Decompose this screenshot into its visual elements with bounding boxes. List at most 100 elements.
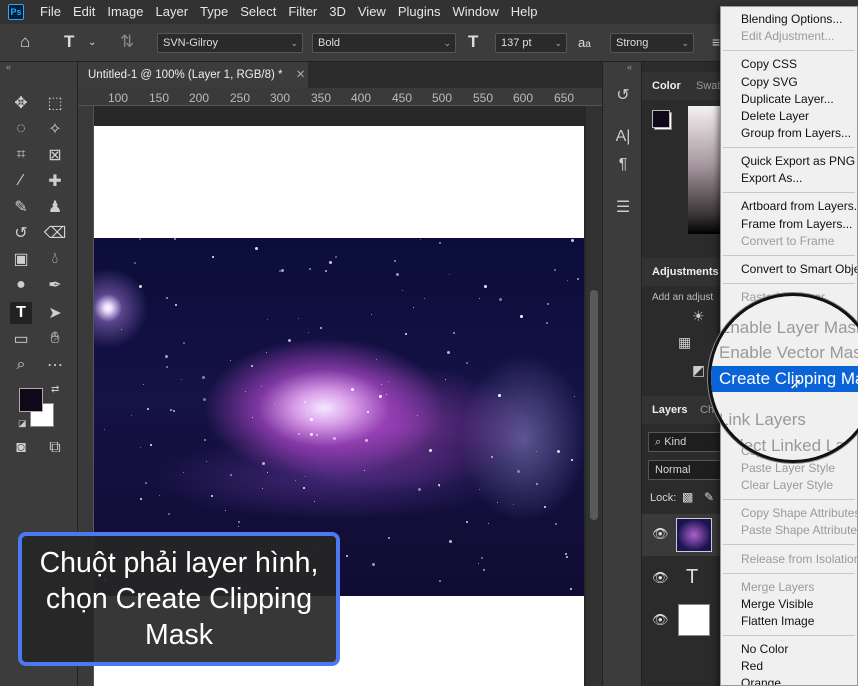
layer-kind-filter[interactable]: ⌕ Kind [648,432,722,452]
chevron-down-icon[interactable]: ⌄ [88,37,96,48]
scrollbar-thumb[interactable] [590,290,598,520]
character-panel-icon[interactable]: A| [611,126,635,148]
collapse-icon[interactable]: « [627,62,632,72]
menu-item-release-from-isolation[interactable]: Release from Isolation [741,552,857,567]
menu-edit[interactable]: Edit [67,0,101,24]
menu-image[interactable]: Image [101,0,149,24]
menu-item-no-color[interactable]: No Color [741,642,788,657]
rectangle-tool-icon[interactable]: ▭ [10,328,32,350]
star-decoration [104,429,105,430]
eraser-tool-icon[interactable]: ⌫ [44,222,67,244]
menu-item-export-as[interactable]: Export As... [741,171,802,186]
magic-wand-tool-icon[interactable]: ✧ [44,118,66,140]
quick-mask-icon[interactable]: ◙ [10,437,32,459]
foreground-color-swatch[interactable] [19,388,43,412]
color-panel-foreground-swatch[interactable] [652,110,670,128]
menu-item-copy-css[interactable]: Copy CSS [741,57,797,72]
menu-item-flatten-image[interactable]: Flatten Image [741,614,814,629]
more-tools-icon[interactable]: ⋯ [44,354,66,376]
hand-tool-icon[interactable]: ✋︎ [44,328,66,350]
menu-window[interactable]: Window [446,0,504,24]
text-orientation-icon[interactable]: ⇅ [120,32,134,52]
menu-file[interactable]: File [34,0,67,24]
anti-alias-select[interactable]: Strong ⌄ [610,33,694,53]
font-style-select[interactable]: Bold ⌄ [312,33,456,53]
document-tab[interactable]: Untitled-1 @ 100% (Layer 1, RGB/8) * ✕ [78,62,308,88]
brightness-icon[interactable]: ☀ [692,308,705,325]
crop-tool-icon[interactable]: ⌗ [10,144,32,166]
menu-item-frame-from-layers[interactable]: Frame from Layers... [741,217,852,232]
menu-item-edit-adjustment[interactable]: Edit Adjustment... [741,29,834,44]
brush-tool-icon[interactable]: ✎ [10,196,32,218]
eye-icon[interactable]: 👁︎ [652,612,669,628]
levels-icon[interactable]: ▦ [678,334,691,351]
gradient-tool-icon[interactable]: ▣ [10,248,32,270]
collapse-icon[interactable]: « [6,62,11,72]
menu-layer[interactable]: Layer [150,0,195,24]
properties-icon[interactable]: ☰ [611,196,635,218]
swap-colors-icon[interactable]: ⇄ [51,384,59,395]
pen-tool-icon[interactable]: ✒ [44,274,66,296]
menu-select[interactable]: Select [234,0,282,24]
type-tool-preset-icon[interactable]: T [64,32,74,52]
type-tool-icon[interactable]: T [10,302,32,324]
star-decoration [206,461,207,462]
menu-item-paste-layer-style[interactable]: Paste Layer Style [741,461,835,476]
paragraph-panel-icon[interactable]: ¶ [611,154,635,176]
font-size-select[interactable]: 137 pt ⌄ [495,33,567,53]
default-colors-icon[interactable]: ◪ [18,418,27,429]
lock-paint-icon[interactable]: ✎ [704,490,714,504]
screen-mode-icon[interactable]: ⧉ [44,437,66,459]
menu-item-clear-layer-style[interactable]: Clear Layer Style [741,478,833,493]
menu-item-merge-visible[interactable]: Merge Visible [741,597,813,612]
blend-mode-select[interactable]: Normal [648,460,722,480]
eye-icon[interactable]: 👁︎ [652,570,669,586]
menu-item-quick-export[interactable]: Quick Export as PNG [741,154,855,169]
lock-transparency-icon[interactable]: ▩ [682,490,693,504]
marquee-tool-icon[interactable]: ⬚ [44,92,66,114]
menu-item-convert-to-frame[interactable]: Convert to Frame [741,234,834,249]
healing-brush-tool-icon[interactable]: ✚ [44,170,66,192]
menu-item-copy-svg[interactable]: Copy SVG [741,75,798,90]
eye-icon[interactable]: 👁︎ [652,526,669,542]
tab-adjustments[interactable]: Adjustments [642,258,729,286]
lasso-tool-icon[interactable]: ◌ [10,118,32,140]
history-brush-tool-icon[interactable]: ↺ [10,222,32,244]
menu-item-red[interactable]: Red [741,659,763,674]
menu-view[interactable]: View [352,0,392,24]
stamp-tool-icon[interactable]: ♟ [44,196,66,218]
frame-tool-icon[interactable]: ⊠ [44,144,66,166]
dodge-tool-icon[interactable]: ● [10,274,32,296]
align-left-icon[interactable]: ≡ [712,34,720,50]
zoom-tool-icon[interactable]: ⌕ [10,354,32,376]
menu-3d[interactable]: 3D [323,0,352,24]
blur-tool-icon[interactable]: 💧︎ [44,248,66,270]
menu-item-copy-shape-attributes[interactable]: Copy Shape Attributes [741,506,857,521]
font-family-select[interactable]: SVN-Gilroy ⌄ [157,33,303,53]
menu-item-delete-layer[interactable]: Delete Layer [741,109,809,124]
curves-icon[interactable]: ◩ [692,362,705,379]
tab-color[interactable]: Color [642,72,691,100]
star-decoration [295,480,296,481]
menu-item-blending-options[interactable]: Blending Options... [741,12,842,27]
menu-item-group-from-layers[interactable]: Group from Layers... [741,126,851,141]
menu-type[interactable]: Type [194,0,234,24]
menu-help[interactable]: Help [505,0,544,24]
menu-item-duplicate-layer[interactable]: Duplicate Layer... [741,92,834,107]
menu-item-paste-shape-attributes[interactable]: Paste Shape Attributes [741,523,857,538]
menu-item-orange[interactable]: Orange [741,676,781,685]
create-clipping-mask-item[interactable]: Create Clipping Mask [711,366,858,392]
menu-plugins[interactable]: Plugins [392,0,447,24]
menu-item-merge-layers[interactable]: Merge Layers [741,580,814,595]
menu-filter[interactable]: Filter [282,0,323,24]
menu-item-artboard-from-layers[interactable]: Artboard from Layers... [741,199,857,214]
history-icon[interactable]: ↺ [611,84,635,106]
move-tool-icon[interactable]: ✥ [10,92,32,114]
magnifier-callout: Enable Layer Mask Enable Vector Mask Cre… [708,293,858,463]
star-decoration [438,484,440,486]
home-icon[interactable]: ⌂ [20,32,30,52]
eyedropper-tool-icon[interactable]: ⁄ [10,170,32,192]
path-selection-tool-icon[interactable]: ➤ [44,302,66,324]
close-icon[interactable]: ✕ [296,69,306,81]
menu-item-convert-to-smart-object[interactable]: Convert to Smart Object [741,262,857,277]
